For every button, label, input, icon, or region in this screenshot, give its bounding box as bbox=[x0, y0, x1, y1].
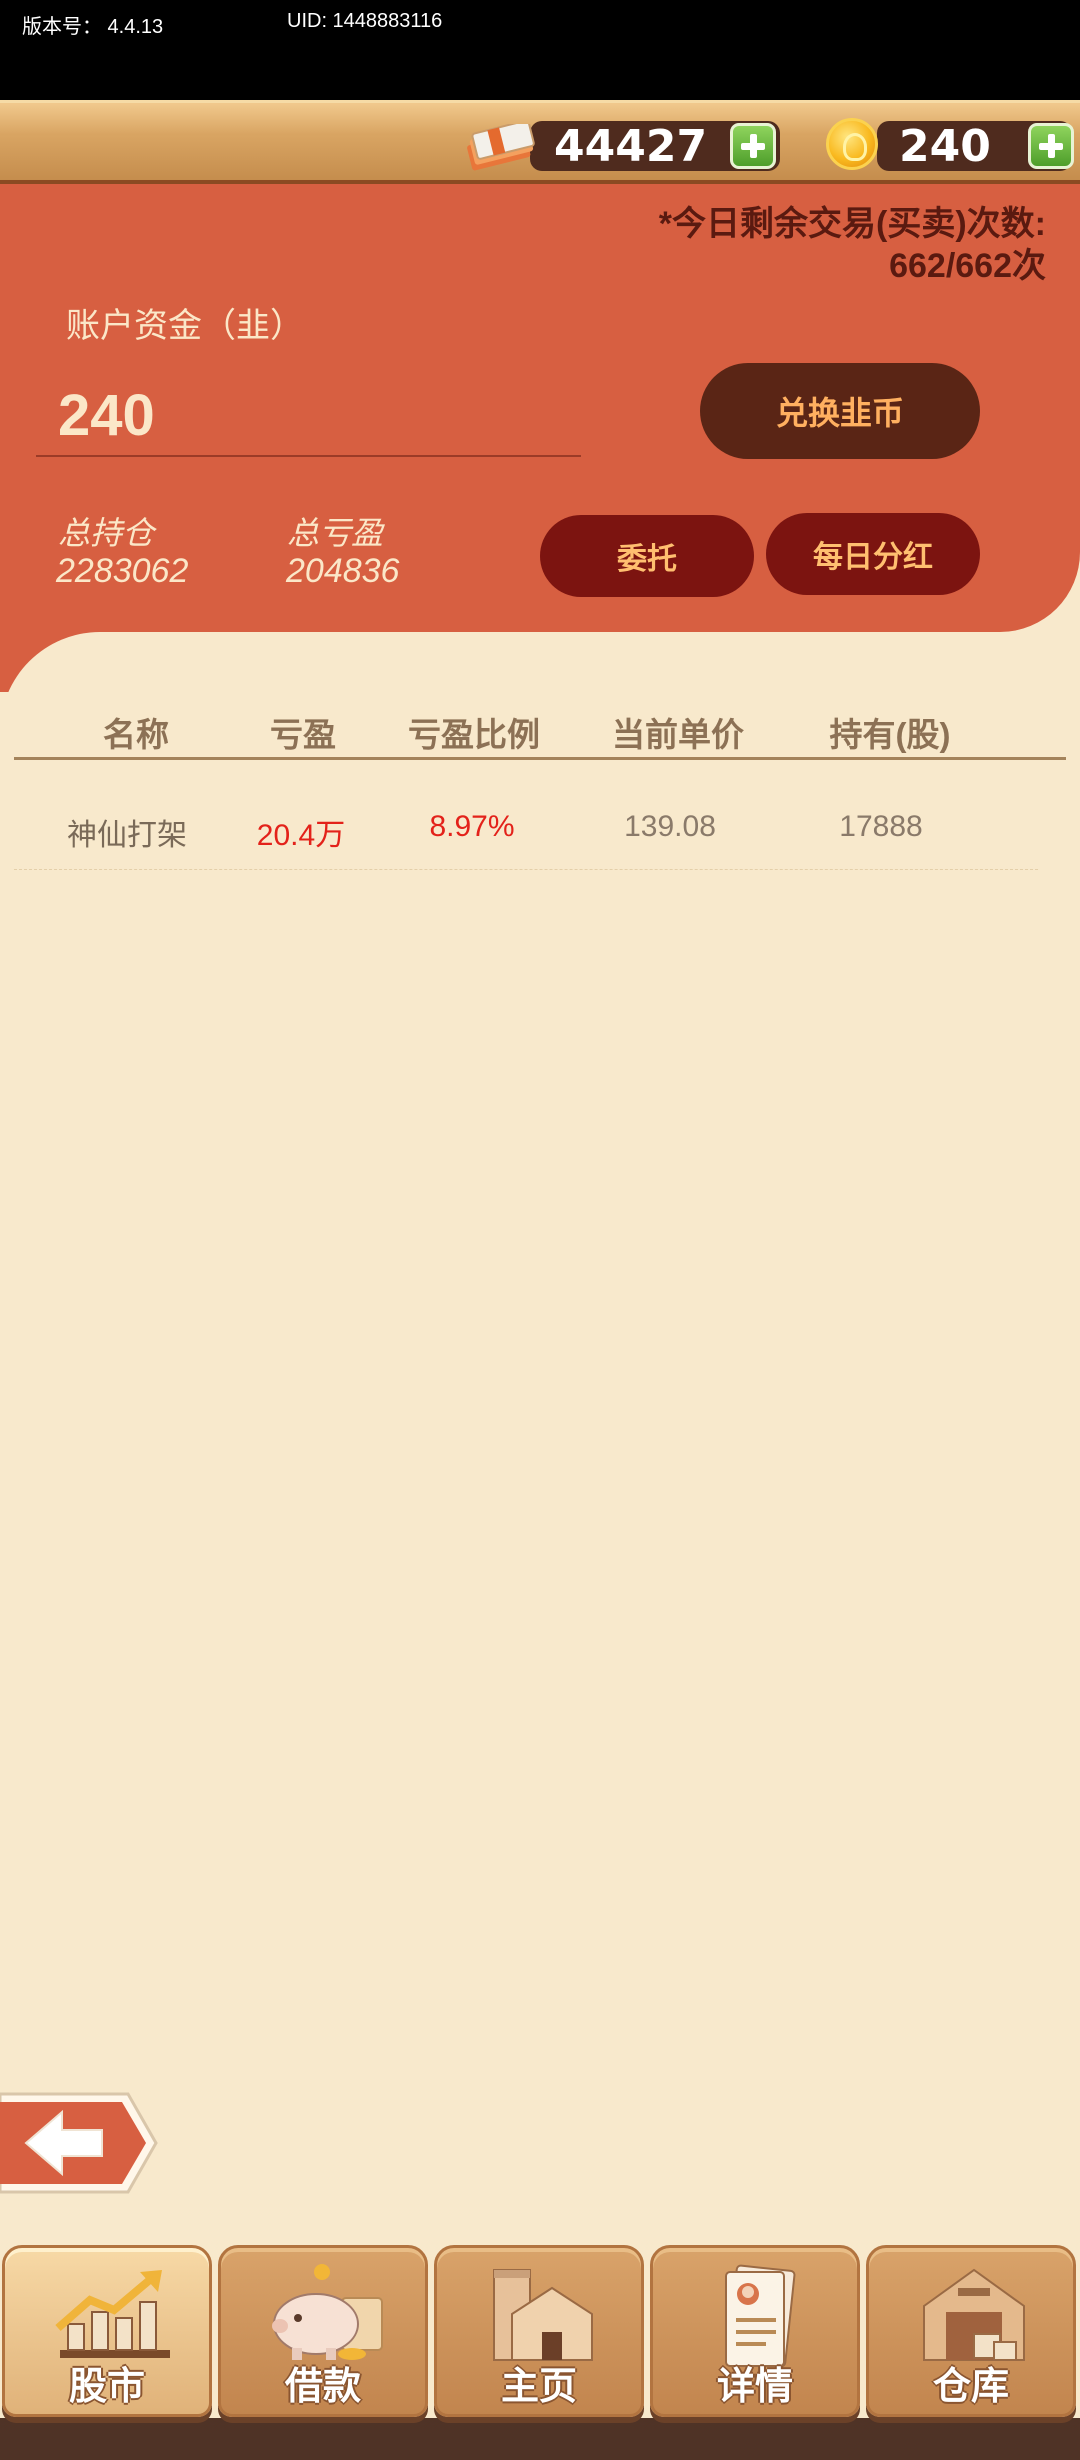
fund-divider bbox=[36, 455, 581, 457]
nav-label-home: 主页 bbox=[500, 2366, 577, 2408]
nav-item-loan[interactable]: 借款 bbox=[218, 2245, 428, 2417]
daily-dividend-button[interactable]: 每日分红 bbox=[766, 513, 980, 595]
coin-counter: 240 bbox=[877, 121, 1074, 172]
nav-label-stock-market: 股市 bbox=[68, 2366, 145, 2408]
column-header-pnl: 亏盈 bbox=[270, 716, 336, 753]
nav-item-warehouse[interactable]: 仓库 bbox=[866, 2245, 1076, 2417]
column-header-holdings: 持有(股) bbox=[829, 716, 951, 753]
status-bar: 版本号： 4.4.13 UID: 1448883116 bbox=[0, 0, 1080, 100]
back-arrow-button[interactable] bbox=[0, 2088, 160, 2198]
column-header-pnl-ratio: 亏盈比例 bbox=[408, 716, 540, 753]
nav-item-home[interactable]: 主页 bbox=[434, 2245, 644, 2417]
bottom-nav-bar bbox=[0, 2418, 1080, 2460]
stock-pnl-ratio: 8.97% bbox=[429, 810, 515, 843]
uid-text: UID: 1448883116 bbox=[287, 10, 443, 32]
stock-pnl: 20.4万 bbox=[256, 819, 346, 852]
stock-price: 139.08 bbox=[624, 810, 716, 843]
account-fund-label: 账户资金（韭） bbox=[66, 307, 304, 345]
nav-label-details: 详情 bbox=[716, 2366, 793, 2408]
cash-value: 44427 bbox=[554, 121, 708, 172]
coin-value: 240 bbox=[899, 121, 991, 172]
add-coin-button[interactable] bbox=[1028, 123, 1074, 169]
nav-label-loan: 借款 bbox=[284, 2366, 361, 2408]
total-pnl-value: 204836 bbox=[286, 552, 400, 590]
remaining-trades-count: 662/662次 bbox=[889, 247, 1046, 285]
cash-counter: 44427 bbox=[530, 121, 780, 172]
resource-bar: 44427 240 bbox=[0, 100, 1080, 184]
nav-item-stock-market[interactable]: 股市 bbox=[2, 2245, 212, 2417]
entrust-button[interactable]: 委托 bbox=[540, 515, 754, 597]
total-pnl-label: 总亏盈 bbox=[287, 515, 384, 551]
total-position-label: 总持仓 bbox=[58, 515, 155, 551]
table-row[interactable]: 神仙打架 20.4万 8.97% 139.08 17888 bbox=[14, 800, 1038, 870]
nav-item-details[interactable]: 详情 bbox=[650, 2245, 860, 2417]
holdings-table-header: 名称 亏盈 亏盈比例 当前单价 持有(股) bbox=[14, 700, 1066, 760]
cash-stack-icon bbox=[467, 124, 535, 171]
column-header-name: 名称 bbox=[103, 716, 169, 753]
nav-label-warehouse: 仓库 bbox=[932, 2366, 1009, 2408]
add-cash-button[interactable] bbox=[730, 123, 776, 169]
stock-name: 神仙打架 bbox=[67, 819, 187, 852]
gold-coin-icon bbox=[826, 118, 878, 170]
stock-holdings: 17888 bbox=[839, 810, 923, 843]
account-fund-value: 240 bbox=[58, 383, 155, 448]
version-text: 版本号： 4.4.13 bbox=[22, 16, 164, 38]
column-header-price: 当前单价 bbox=[612, 716, 744, 753]
total-position-value: 2283062 bbox=[56, 552, 189, 590]
exchange-coins-button[interactable]: 兑换韭币 bbox=[700, 363, 980, 459]
